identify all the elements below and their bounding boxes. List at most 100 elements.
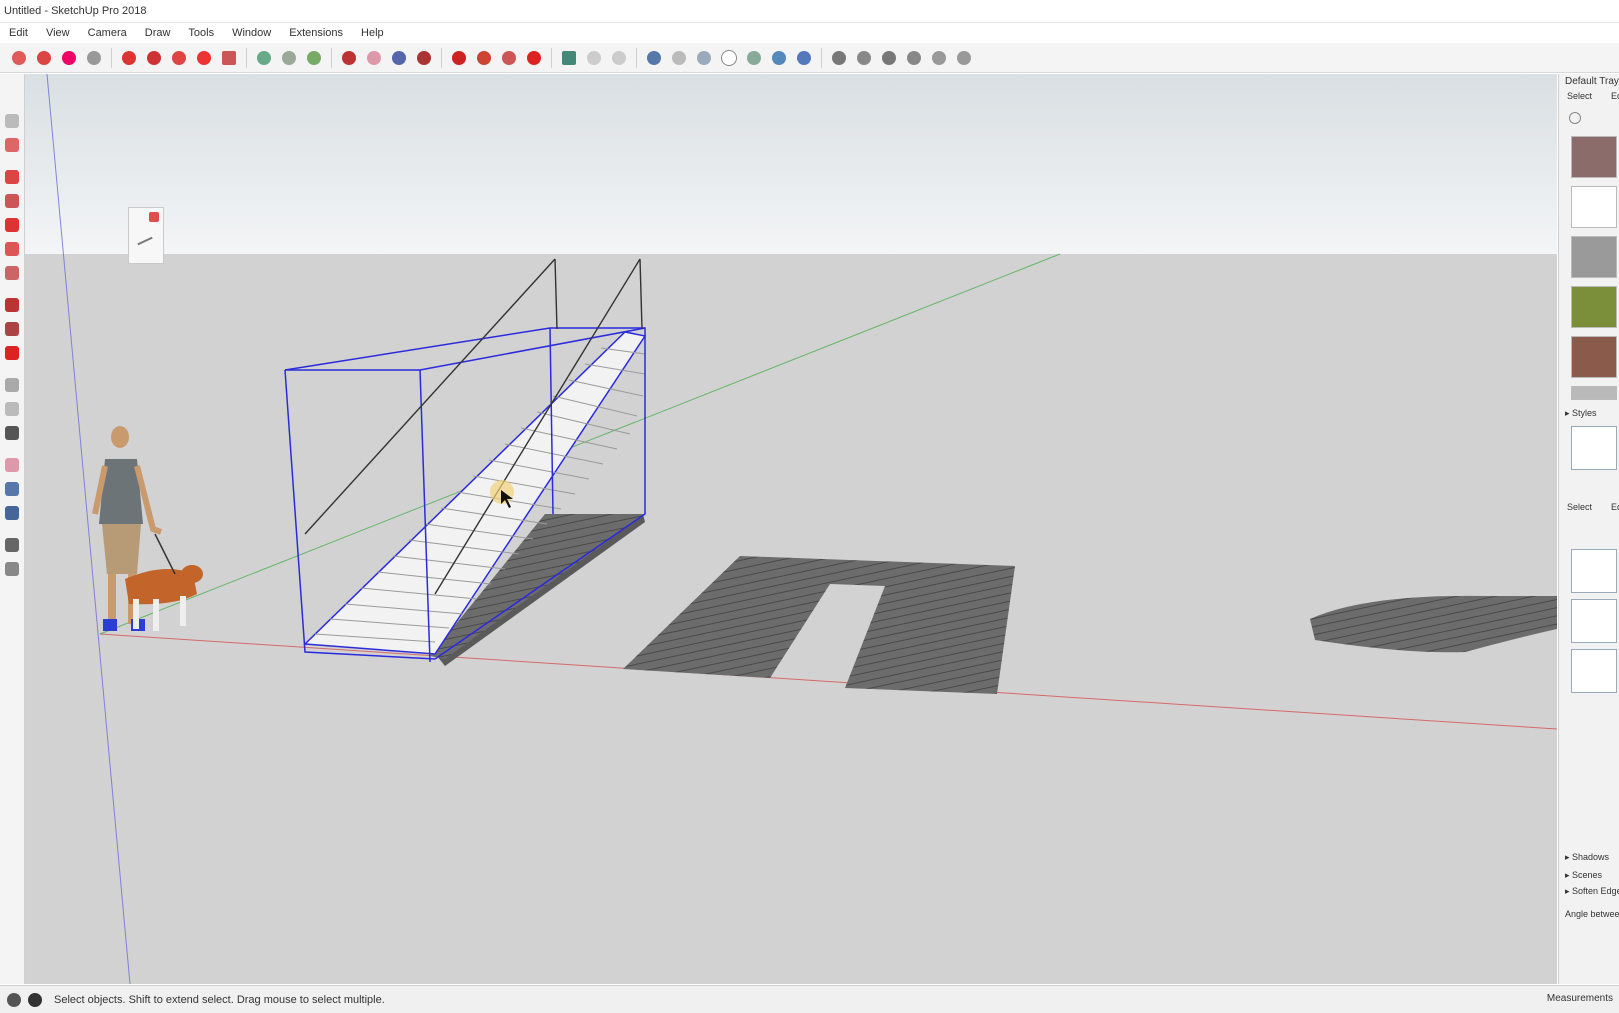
paint-bucket-icon[interactable] <box>5 458 19 472</box>
dimension-tool-button[interactable] <box>278 47 300 69</box>
shape-tool-button[interactable] <box>83 47 105 69</box>
status-bar: Select objects. Shift to extend select. … <box>0 985 1619 1013</box>
rotate-tool-button[interactable] <box>168 47 190 69</box>
menu-view[interactable]: View <box>37 27 79 39</box>
soften-edges-section-label: Soften Edges <box>1572 886 1619 896</box>
zoom-tool-button[interactable] <box>388 47 410 69</box>
line-tool-button[interactable] <box>33 47 55 69</box>
share-model-button[interactable] <box>498 47 520 69</box>
materials-tab-edit[interactable]: Edit <box>1611 91 1619 101</box>
menu-tools[interactable]: Tools <box>179 27 223 39</box>
scene-canvas[interactable] <box>25 74 1557 984</box>
push-pull-icon[interactable] <box>5 298 19 312</box>
xray-icon <box>647 50 661 65</box>
view-iso-button[interactable] <box>828 47 850 69</box>
offset-icon[interactable] <box>5 346 19 360</box>
orbit-tool-button[interactable] <box>338 47 360 69</box>
select-tool-icon[interactable] <box>5 114 19 128</box>
view-top-button[interactable] <box>853 47 875 69</box>
display-section-cuts-button[interactable] <box>608 47 630 69</box>
arc-icon[interactable] <box>5 242 19 256</box>
modeling-viewport[interactable] <box>25 74 1557 984</box>
style-thumbnail-2[interactable] <box>1571 599 1617 643</box>
style-thumbnail-1[interactable] <box>1571 549 1617 593</box>
follow-me-icon[interactable] <box>5 322 19 336</box>
push-pull-icon <box>147 50 161 65</box>
window-title: Untitled - SketchUp Pro 2018 <box>4 5 147 17</box>
material-swatch-stone[interactable] <box>1571 336 1617 378</box>
close-icon[interactable] <box>149 212 159 222</box>
freehand-icon[interactable] <box>5 266 19 280</box>
menu-edit[interactable]: Edit <box>0 27 37 39</box>
view-right-button[interactable] <box>903 47 925 69</box>
menu-draw[interactable]: Draw <box>136 27 180 39</box>
material-search-icon[interactable] <box>1569 112 1581 124</box>
menu-help[interactable]: Help <box>352 27 393 39</box>
style-hidden-line-button[interactable] <box>718 47 740 69</box>
right-view-icon <box>907 50 921 65</box>
style-monochrome-button[interactable] <box>793 47 815 69</box>
style-back-edges-button[interactable] <box>668 47 690 69</box>
styles-tab-select[interactable]: Select <box>1567 502 1592 512</box>
style-preview[interactable] <box>1571 426 1617 470</box>
shadows-section-header[interactable]: ▸ Shadows <box>1565 852 1609 863</box>
rectangle-icon[interactable] <box>5 194 19 208</box>
follow-me-tool-button[interactable] <box>193 47 215 69</box>
eraser-icon[interactable] <box>5 138 19 152</box>
axes-icon[interactable] <box>5 426 19 440</box>
style-shaded-textures-button[interactable] <box>768 47 790 69</box>
warehouse-button[interactable] <box>448 47 470 69</box>
walk-icon[interactable] <box>5 506 19 520</box>
material-swatch-metal[interactable] <box>1571 236 1617 278</box>
view-back-button[interactable] <box>928 47 950 69</box>
warehouse-icon <box>452 50 466 65</box>
material-swatch-concrete[interactable] <box>1571 386 1617 400</box>
material-swatch-grass[interactable] <box>1571 286 1617 328</box>
zoom-icon[interactable] <box>5 482 19 496</box>
circle-icon[interactable] <box>5 218 19 232</box>
eraser-tool-button[interactable] <box>8 47 30 69</box>
protractor-tool-button[interactable] <box>303 47 325 69</box>
axes-mini-dialog[interactable] <box>128 207 164 264</box>
pan-tool-button[interactable] <box>363 47 385 69</box>
soften-edges-section-header[interactable]: ▸ Soften Edges <box>1565 886 1619 897</box>
display-section-planes-button[interactable] <box>583 47 605 69</box>
style-xray-button[interactable] <box>643 47 665 69</box>
material-swatch-default[interactable] <box>1571 186 1617 228</box>
styles-tab-edit[interactable]: Edit <box>1611 502 1619 512</box>
tray-title: Default Tray <box>1565 76 1619 87</box>
style-wireframe-button[interactable] <box>693 47 715 69</box>
extension-warehouse-button[interactable] <box>473 47 495 69</box>
styles-section-header[interactable]: ▸ Styles <box>1565 408 1597 419</box>
menu-window[interactable]: Window <box>223 27 280 39</box>
extension-manager-button[interactable] <box>523 47 545 69</box>
tape-measure-button[interactable] <box>253 47 275 69</box>
section-plane-button[interactable] <box>558 47 580 69</box>
material-swatch-brick[interactable] <box>1571 136 1617 178</box>
scale-tool-button[interactable] <box>218 47 240 69</box>
arc-tool-button[interactable] <box>58 47 80 69</box>
style-shaded-button[interactable] <box>743 47 765 69</box>
back-view-icon <box>932 50 946 65</box>
view-front-button[interactable] <box>878 47 900 69</box>
style-thumbnail-3[interactable] <box>1571 649 1617 693</box>
menu-camera[interactable]: Camera <box>79 27 136 39</box>
scenes-section-header[interactable]: ▸ Scenes <box>1565 870 1602 881</box>
menu-extensions[interactable]: Extensions <box>280 27 352 39</box>
geo-location-icon[interactable] <box>7 992 21 1007</box>
view-left-button[interactable] <box>953 47 975 69</box>
move-tool-button[interactable] <box>118 47 140 69</box>
styles-section-label: Styles <box>1572 408 1597 418</box>
position-camera-icon[interactable] <box>5 538 19 552</box>
top-view-icon <box>857 50 871 65</box>
pencil-icon[interactable] <box>5 170 19 184</box>
zoom-extents-button[interactable] <box>413 47 435 69</box>
materials-tab-select[interactable]: Select <box>1567 91 1592 101</box>
look-around-icon[interactable] <box>5 562 19 576</box>
text-icon[interactable] <box>5 402 19 416</box>
tape-measure-icon[interactable] <box>5 378 19 392</box>
share-icon <box>502 50 516 65</box>
menu-bar: Edit View Camera Draw Tools Window Exten… <box>0 23 1619 43</box>
push-pull-tool-button[interactable] <box>143 47 165 69</box>
user-account-icon[interactable] <box>28 992 42 1007</box>
